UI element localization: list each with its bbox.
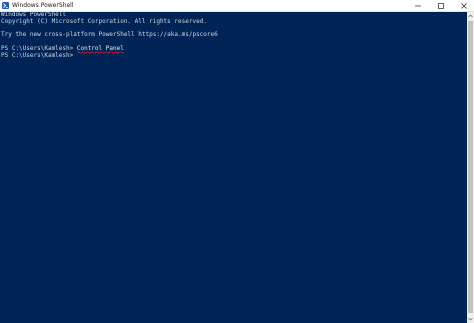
typed-command: Control Panel [76,45,124,54]
prompt: PS C:\Users\Kamlesh> [1,51,77,59]
console-output[interactable]: Windows PowerShell Copyright (C) Microso… [1,11,466,323]
minimize-icon [414,5,421,6]
console-line: Copyright (C) Microsoft Corporation. All… [1,17,207,25]
close-icon [460,2,467,9]
maximize-button[interactable] [429,0,452,11]
powershell-icon [2,2,9,9]
arrow-up-icon [468,14,473,18]
window-title: Windows PowerShell [12,2,74,9]
vertical-scrollbar[interactable] [467,12,474,323]
arrow-down-icon [468,317,473,321]
scroll-thumb[interactable] [468,21,473,313]
command-line: PS C:\Users\Kamlesh> [1,51,466,60]
scroll-down-button[interactable] [467,315,474,323]
console-line: Try the new cross-platform PowerShell ht… [1,31,218,39]
powershell-window: Windows PowerShell Windows PowerShell Co… [0,0,474,323]
close-button[interactable] [452,0,474,11]
minimize-button[interactable] [406,0,429,11]
title-bar[interactable]: Windows PowerShell [0,0,474,12]
scroll-up-button[interactable] [467,12,474,20]
maximize-icon [437,2,444,9]
error-underline [76,51,124,54]
